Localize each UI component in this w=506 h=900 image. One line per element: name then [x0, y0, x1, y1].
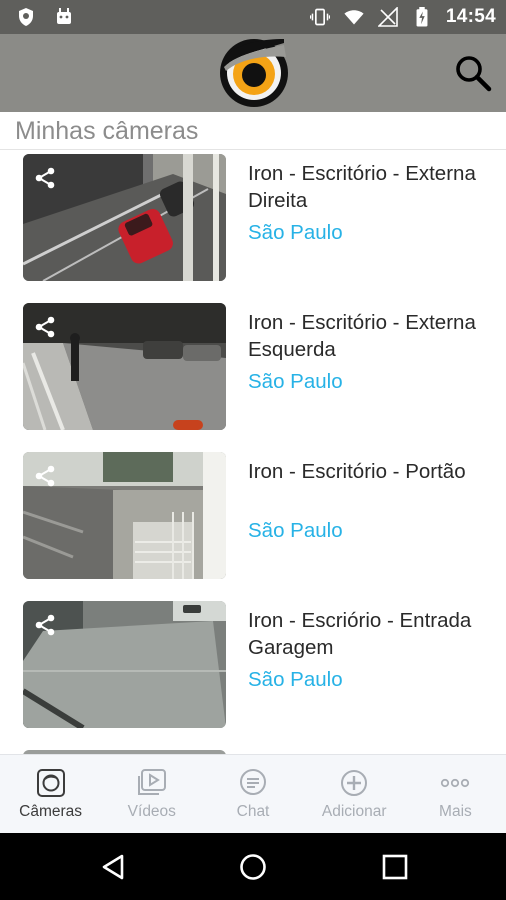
shield-icon	[19, 8, 33, 26]
camera-item[interactable]: Iron - Escritório - Portão São Paulo	[0, 452, 506, 582]
nav-cameras[interactable]: Câmeras	[0, 755, 101, 833]
app-header	[0, 34, 506, 112]
nav-chat[interactable]: Chat	[202, 755, 303, 833]
camera-item[interactable]: Iron - Escriório - Entrada Garagem São P…	[0, 601, 506, 731]
camera-thumbnail[interactable]	[23, 154, 226, 281]
share-icon[interactable]	[33, 464, 57, 488]
home-icon[interactable]	[238, 852, 268, 882]
nav-add[interactable]: Adicionar	[304, 755, 405, 833]
search-button[interactable]	[450, 50, 496, 96]
wifi-icon	[344, 10, 364, 25]
share-icon[interactable]	[33, 613, 57, 637]
chat-icon	[240, 769, 266, 795]
system-navigation-bar	[0, 833, 506, 900]
share-icon[interactable]	[33, 315, 57, 339]
camera-icon	[36, 769, 65, 797]
nav-label: Vídeos	[127, 803, 176, 820]
camera-name: Iron - Escritório - Externa Esquerda	[248, 311, 476, 361]
nav-label: Câmeras	[19, 803, 83, 820]
nav-label: Adicionar	[321, 803, 387, 820]
nav-label: Chat	[236, 803, 270, 820]
more-icon	[441, 778, 470, 788]
camera-name: Iron - Escriório - Entrada Garagem	[248, 609, 472, 659]
android-icon	[57, 8, 71, 24]
camera-city: São Paulo	[248, 370, 343, 393]
camera-city: São Paulo	[248, 668, 343, 691]
camera-name: Iron - Escritório - Externa Direita	[248, 162, 476, 212]
back-icon[interactable]	[98, 852, 128, 882]
signal-off-icon	[377, 7, 398, 27]
status-bar: 14:54	[0, 0, 506, 34]
status-time: 14:54	[445, 6, 496, 27]
vibrate-icon	[309, 8, 330, 26]
video-icon	[137, 769, 166, 795]
section-title: Minhas câmeras	[15, 117, 199, 145]
search-icon	[456, 56, 492, 92]
battery-charging-icon	[416, 7, 428, 27]
owl-eye-logo[interactable]	[218, 37, 290, 109]
camera-city: São Paulo	[248, 519, 343, 542]
camera-thumbnail[interactable]	[23, 303, 226, 430]
recents-icon[interactable]	[380, 852, 410, 882]
camera-city: São Paulo	[248, 221, 343, 244]
nav-more[interactable]: Mais	[405, 755, 506, 833]
add-icon	[341, 770, 368, 796]
camera-name: Iron - Escritório - Portão	[248, 460, 466, 483]
nav-videos[interactable]: Vídeos	[101, 755, 202, 833]
camera-item[interactable]: Iron - Escritório - Externa Esquerda São…	[0, 303, 506, 433]
share-icon[interactable]	[33, 166, 57, 190]
bottom-navigation: Câmeras Vídeos Chat Adicionar Mais	[0, 754, 506, 833]
nav-label: Mais	[439, 803, 472, 820]
camera-item[interactable]: Iron - Escritório - Externa Direita São …	[0, 154, 506, 284]
camera-thumbnail[interactable]	[23, 601, 226, 728]
camera-list[interactable]: Iron - Escritório - Externa Direita São …	[0, 150, 506, 754]
camera-thumbnail[interactable]	[23, 452, 226, 579]
